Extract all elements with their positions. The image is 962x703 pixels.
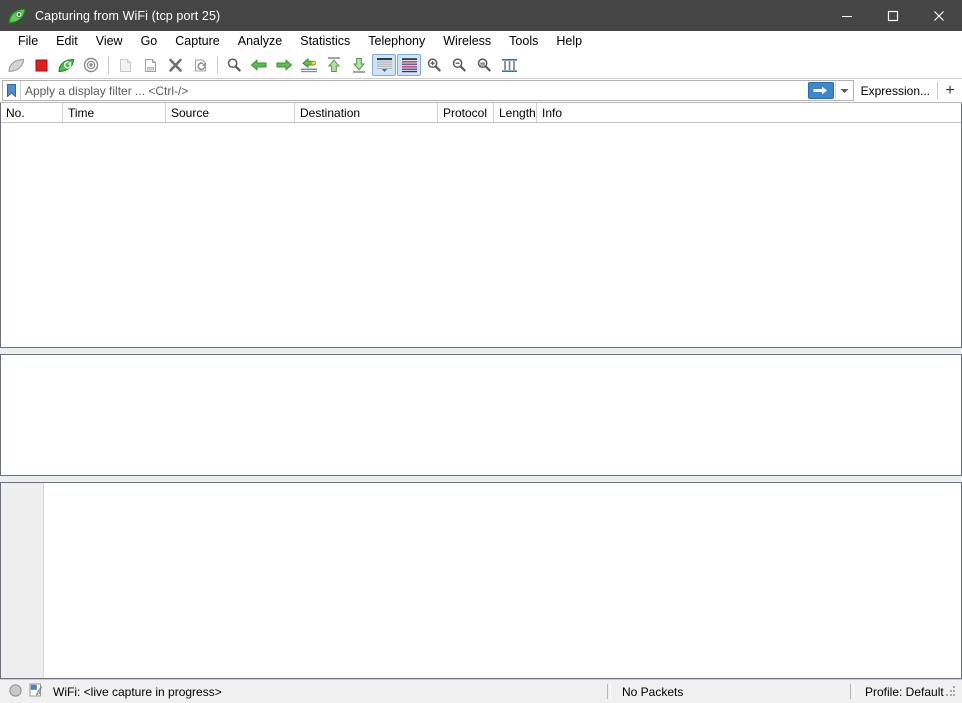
chevron-down-icon[interactable] (834, 81, 853, 100)
status-bar-profile-cell[interactable]: Profile: Default (849, 680, 944, 703)
capture-comment-icon[interactable] (29, 683, 43, 700)
goto-packet-icon[interactable] (297, 54, 321, 76)
arrow-left-icon[interactable] (247, 54, 271, 76)
arrow-up-first-icon[interactable] (322, 54, 346, 76)
filter-input-wrapper (2, 80, 854, 101)
zoom-out-icon[interactable] (447, 54, 471, 76)
menu-item-capture[interactable]: Capture (166, 32, 228, 51)
column-header-protocol[interactable]: Protocol (438, 103, 494, 122)
column-header-no[interactable]: No. (1, 103, 63, 122)
column-header-destination[interactable]: Destination (295, 103, 438, 122)
arrow-right-apply-icon (807, 82, 834, 99)
column-header-source[interactable]: Source (166, 103, 295, 122)
packet-count-text: No Packets (622, 684, 684, 699)
status-bar-packets-cell: No Packets (606, 680, 683, 703)
column-header-time[interactable]: Time (63, 103, 166, 122)
zoom-reset-icon[interactable] (472, 54, 496, 76)
toolbar-separator-2 (217, 56, 218, 74)
packet-bytes-offset-gutter (1, 483, 44, 678)
bookmark-icon[interactable] (3, 81, 21, 100)
capture-status-text: WiFi: <live capture in progress> (53, 684, 222, 699)
toolbar-separator-1 (108, 56, 109, 74)
minimize-icon[interactable] (824, 0, 870, 31)
magnifier-icon[interactable] (222, 54, 246, 76)
add-filter-button[interactable]: + (938, 79, 962, 102)
menu-item-statistics[interactable]: Statistics (291, 32, 359, 51)
main-toolbar: 010 (0, 52, 962, 79)
menu-item-help[interactable]: Help (547, 32, 591, 51)
profile-text[interactable]: Profile: Default (855, 685, 944, 699)
arrow-down-last-icon[interactable] (347, 54, 371, 76)
resize-columns-icon[interactable] (497, 54, 521, 76)
wireshark-fin-icon (7, 6, 27, 26)
packet-list-header: No. Time Source Destination Protocol Len… (1, 103, 961, 123)
packet-list-pane[interactable]: No. Time Source Destination Protocol Len… (0, 103, 962, 348)
menu-item-view[interactable]: View (87, 32, 132, 51)
packet-details-pane[interactable] (0, 354, 962, 476)
status-grip-1 (607, 684, 611, 699)
packet-list-body[interactable] (1, 123, 961, 347)
menu-item-tools[interactable]: Tools (500, 32, 547, 51)
packet-bytes-body[interactable] (44, 483, 961, 678)
window-controls (824, 0, 962, 31)
folder-open-icon[interactable] (113, 54, 137, 76)
title-bar: Capturing from WiFi (tcp port 25) (0, 0, 962, 31)
status-grip-2 (850, 684, 854, 699)
save-disk-icon[interactable]: 010 (138, 54, 162, 76)
svg-text:010: 010 (147, 67, 153, 71)
reload-icon[interactable] (188, 54, 212, 76)
menu-bar: File Edit View Go Capture Analyze Statis… (0, 31, 962, 52)
menu-item-wireless[interactable]: Wireless (434, 32, 500, 51)
apply-filter-button[interactable] (806, 81, 835, 100)
wireshark-window: Capturing from WiFi (tcp port 25) File E… (0, 0, 962, 703)
status-bar: WiFi: <live capture in progress> (0, 679, 962, 703)
column-header-info[interactable]: Info (537, 103, 961, 122)
zoom-in-icon[interactable] (422, 54, 446, 76)
menu-item-edit[interactable]: Edit (47, 32, 87, 51)
gear-target-icon[interactable] (79, 54, 103, 76)
maximize-icon[interactable] (870, 0, 916, 31)
colorize-icon[interactable] (397, 54, 421, 76)
display-filter-bar: Expression... + (0, 79, 962, 103)
arrow-right-icon[interactable] (272, 54, 296, 76)
stop-square-icon[interactable] (29, 54, 53, 76)
menu-item-go[interactable]: Go (132, 32, 167, 51)
close-x-icon[interactable] (163, 54, 187, 76)
auto-scroll-icon[interactable] (372, 54, 396, 76)
shark-fin-icon[interactable] (4, 54, 28, 76)
search-input[interactable] (21, 81, 807, 100)
packet-bytes-pane[interactable] (0, 482, 962, 679)
restart-fin-icon[interactable] (54, 54, 78, 76)
window-title: Capturing from WiFi (tcp port 25) (35, 8, 221, 23)
status-bar-icons: WiFi: <live capture in progress> (0, 683, 222, 700)
expert-info-circle-icon[interactable] (9, 683, 22, 700)
menu-item-file[interactable]: File (9, 32, 47, 51)
menu-item-telephony[interactable]: Telephony (359, 32, 434, 51)
menu-item-analyze[interactable]: Analyze (229, 32, 291, 51)
close-icon[interactable] (916, 0, 962, 31)
column-header-length[interactable]: Length (494, 103, 537, 122)
expression-button[interactable]: Expression... (854, 79, 937, 102)
resize-grip-icon[interactable] (942, 685, 956, 699)
